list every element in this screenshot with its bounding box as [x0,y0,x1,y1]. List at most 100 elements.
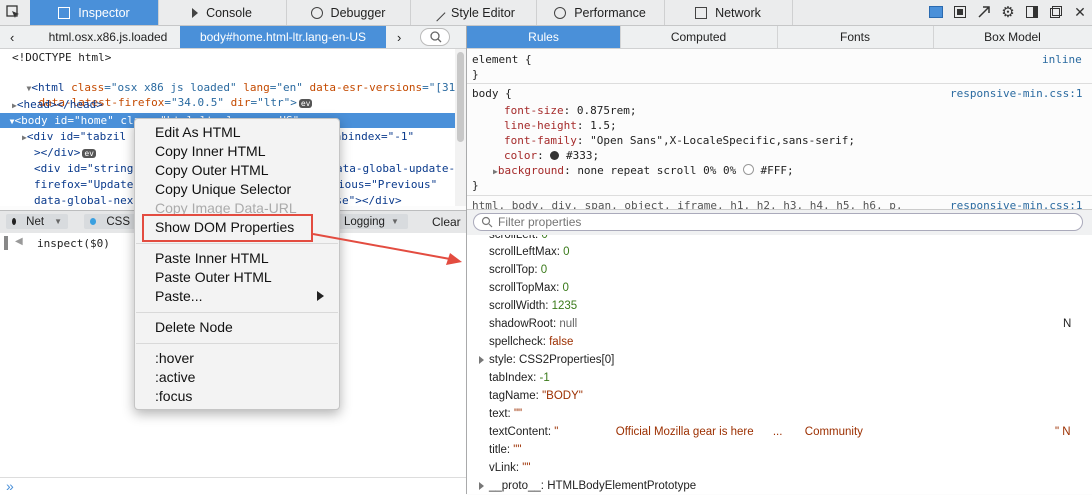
body-rule-selector: body { [472,87,512,100]
dom-property-row[interactable]: __proto__: HTMLBodyElementPrototype [479,477,696,494]
html-node-cont: data-latest-firefox="34.0.5" dir="ltr"> e… [38,96,313,109]
dom-property-row[interactable]: textContent: " Official Mozilla gear is … [489,423,863,441]
performance-icon [554,6,567,19]
doctype-line: <!DOCTYPE html> [12,51,112,64]
search-icon [481,216,493,231]
tab-rules[interactable]: Rules [467,26,621,48]
menu-item-edit-as-html[interactable]: Edit As HTML [155,123,241,142]
devtools-toolbar: Inspector Console Debugger Style Editor … [0,0,1092,26]
dom-property-row[interactable]: scrollTopMax: 0 [489,279,569,297]
menu-item-copy-image-data-url: Copy Image Data-URL [155,200,297,216]
tab-network[interactable]: Network [664,0,793,25]
menu-item-paste-inner-html[interactable]: Paste Inner HTML [155,249,269,268]
rule-prop-font-family[interactable]: font-family: "Open Sans",X-LocaleSpecifi… [504,133,855,148]
chevron-down-icon: ▼ [54,217,62,226]
rule-close: } [472,68,479,81]
responsive-mode-icon[interactable] [976,4,992,20]
dom-property-row[interactable]: text: "" [489,405,522,423]
toolbar-actions: ⚙ ✕ [928,4,1088,21]
tab-fonts[interactable]: Fonts [777,26,934,48]
dock-window-icon[interactable] [1048,4,1064,20]
truncated-value: N [1063,318,1072,330]
split-console-icon[interactable] [928,4,944,20]
menu-item-paste[interactable]: Paste... [155,287,202,306]
console-entry-marker [4,236,8,250]
filter-bar [467,209,1092,236]
truncated-value: " N [1055,426,1071,438]
menu-item-paste-outer-html[interactable]: Paste Outer HTML [155,268,272,287]
dom-property-row[interactable]: scrollTop: 0 [489,261,547,279]
tab-inspector[interactable]: Inspector [30,0,159,25]
rule-prop-background[interactable]: ▶background: none repeat scroll 0% 0% #F… [493,163,794,178]
rule-prop-line-height[interactable]: line-height: 1.5; [504,118,617,133]
color-swatch-icon [550,151,560,160]
dom-property-row[interactable]: spellcheck: false [489,333,573,351]
tab-performance[interactable]: Performance [536,0,665,25]
html-node[interactable]: ▼<html class="osx x86 js loaded" lang="e… [0,65,456,94]
rule-prop-color[interactable]: color: #333; [504,148,599,163]
head-node[interactable]: ▶<head></head> [12,97,455,112]
console-entry: inspect($0) [37,237,110,250]
sidebar-tabs: Rules Computed Fonts Box Model [467,26,1092,49]
rules-view: element { inline } body { responsive-min… [467,49,1092,212]
element-rule-selector: element { [472,53,532,66]
menu-item-focus[interactable]: :focus [155,387,192,406]
filter-properties-input[interactable] [473,213,1083,231]
dom-property-row[interactable]: style: CSS2Properties[0] [479,351,614,369]
debugger-icon [310,6,323,19]
pick-element-icon[interactable] [6,5,20,19]
inspector-icon [58,6,71,19]
menu-separator [136,312,338,313]
dom-property-row[interactable]: tagName: "BODY" [489,387,583,405]
color-swatch-icon [742,164,754,175]
rule-prop-font-size[interactable]: font-size: 0.875rem; [504,103,636,118]
markup-scrollbar-thumb[interactable] [457,52,464,142]
menu-separator [136,343,338,344]
tab-debugger[interactable]: Debugger [286,0,411,25]
close-icon[interactable]: ✕ [1072,4,1088,20]
dom-property-row[interactable]: shadowRoot: null [489,315,577,333]
tab-box-model[interactable]: Box Model [933,26,1092,48]
net-dot-icon [12,218,17,225]
gear-icon[interactable]: ⚙ [1000,4,1016,21]
breadcrumb-back-icon[interactable]: ‹ [10,26,14,48]
dom-property-row[interactable]: vLink: "" [489,459,530,477]
tab-console[interactable]: Console [158,0,287,25]
rule-close: } [472,179,479,192]
expand-icon [479,482,484,490]
menu-item-hover[interactable]: :hover [155,349,194,368]
menu-item-active[interactable]: :active [155,368,195,387]
expand-icon [479,356,484,364]
dom-properties-view: scrollLeft: 0 scrollLeftMax: 0 scrollTop… [467,235,1092,494]
style-editor-icon [428,4,446,21]
console-icon [192,7,199,18]
prompt-chevron-icon: » [6,478,14,494]
tab-computed[interactable]: Computed [620,26,778,48]
network-icon [695,6,708,19]
breadcrumb-html[interactable]: html.osx.x86.js.loaded [40,26,176,48]
scratchpad-icon[interactable] [952,4,968,20]
element-rule-source[interactable]: inline [1042,52,1082,67]
breadcrumb-body[interactable]: body#home.html-ltr.lang-en-US [180,26,386,48]
css-dot-icon [90,218,97,225]
console-input[interactable]: » [0,477,466,495]
menu-item-show-dom-properties[interactable]: Show DOM Properties [155,218,294,237]
net-filter-button[interactable]: Net ▼ [6,214,68,229]
menu-item-delete-node[interactable]: Delete Node [155,318,233,337]
menu-item-copy-inner-html[interactable]: Copy Inner HTML [155,142,265,161]
menu-item-copy-unique-selector[interactable]: Copy Unique Selector [155,180,291,199]
body-rule-source[interactable]: responsive-min.css:1 [950,86,1082,101]
annotation-arrow [312,233,462,265]
breadcrumb-forward-icon[interactable]: › [397,26,401,48]
breadcrumb: ‹ html.osx.x86.js.loaded body#home.html-… [0,26,466,49]
menu-item-copy-outer-html[interactable]: Copy Outer HTML [155,161,269,180]
dom-property-row[interactable]: scrollWidth: 1235 [489,297,577,315]
search-icon[interactable] [420,28,450,46]
css-filter-button[interactable]: CSS [84,214,136,229]
tab-style-editor[interactable]: Style Editor [410,0,537,25]
dom-property-row[interactable]: tabIndex: -1 [489,369,550,387]
dom-property-row[interactable]: title: "" [489,441,521,459]
dock-side-icon[interactable] [1024,4,1040,20]
menu-separator [136,243,338,244]
dom-property-row[interactable]: scrollLeftMax: 0 [489,243,570,261]
